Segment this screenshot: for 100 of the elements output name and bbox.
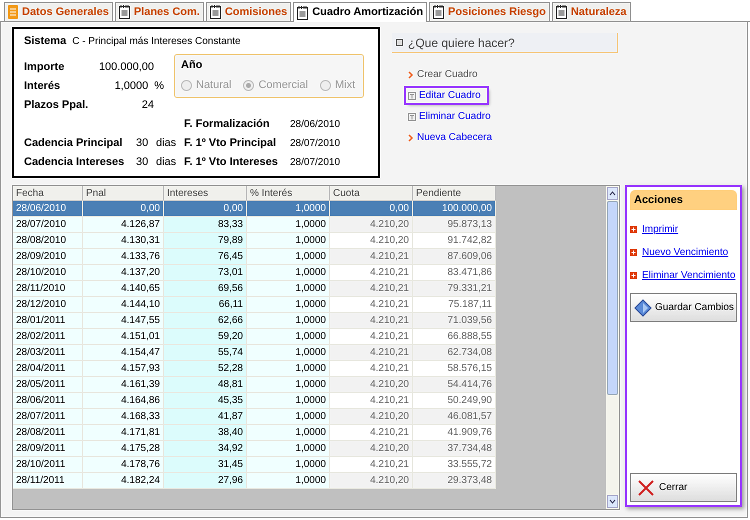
- table-cell: 33.555,72: [413, 457, 496, 473]
- table-cell: 41,87: [164, 409, 247, 425]
- action-link[interactable]: Eliminar Vencimiento: [642, 268, 736, 283]
- table-cell: 1,0000: [247, 329, 330, 345]
- table-cell: 28/05/2011: [13, 377, 83, 393]
- table-cell: 4.210,21: [330, 345, 413, 361]
- table-cell: 50.249,90: [413, 393, 496, 409]
- table-cell: 28/09/2010: [13, 249, 83, 265]
- table-cell: 52,28: [164, 361, 247, 377]
- table-cell: 29.373,48: [413, 473, 496, 489]
- table-row[interactable]: 28/07/2010 4.126,87 83,33 1,0000 4.210,20 95.873,13: [13, 217, 496, 233]
- table-cell: 79,89: [164, 233, 247, 249]
- table-cell: 1,0000: [247, 393, 330, 409]
- table-cell: 4.178,76: [83, 457, 164, 473]
- table-cell: 66.888,55: [413, 329, 496, 345]
- field-value: C - Principal más Intereses Constante: [72, 35, 241, 49]
- table-row[interactable]: 28/05/2011 4.161,39 48,81 1,0000 4.210,20 54.414,76: [13, 377, 496, 393]
- table-row[interactable]: 28/08/2011 4.171,81 38,40 1,0000 4.210,21 41.909,76: [13, 425, 496, 441]
- table-cell: 4.210,21: [330, 425, 413, 441]
- table-row[interactable]: 28/01/2011 4.147,55 62,66 1,0000 4.210,21 71.039,56: [13, 313, 496, 329]
- column-header[interactable]: Cuota: [330, 186, 413, 200]
- table-cell: 28/03/2011: [13, 345, 83, 361]
- table-cell: 75.187,11: [413, 297, 496, 313]
- table-cell: 95.873,13: [413, 217, 496, 233]
- table-row[interactable]: 28/09/2011 4.175,28 34,92 1,0000 4.210,20 37.734,48: [13, 441, 496, 457]
- table-cell: 1,0000: [247, 377, 330, 393]
- table-cell: 28/02/2011: [13, 329, 83, 345]
- table-cell: 28/10/2010: [13, 265, 83, 281]
- table-cell: 4.157,93: [83, 361, 164, 377]
- table-row[interactable]: 28/04/2011 4.157,93 52,28 1,0000 4.210,21 58.576,15: [13, 361, 496, 377]
- save-button[interactable]: Guardar Cambios: [630, 293, 737, 322]
- group-title: Año: [181, 58, 204, 72]
- table-cell: 4.126,87: [83, 217, 164, 233]
- table-row[interactable]: 28/09/2010 4.133,76 76,45 1,0000 4.210,21 87.609,06: [13, 249, 496, 265]
- table-row[interactable]: 28/02/2011 4.151,01 59,20 1,0000 4.210,21 66.888,55: [13, 329, 496, 345]
- column-header[interactable]: Pendiente: [413, 186, 496, 200]
- panel-header: Acciones: [630, 190, 737, 210]
- tab[interactable]: Datos Generales: [4, 2, 113, 21]
- table-row[interactable]: 28/06/2010 0,00 0,00 1,0000 0,00 100.000,00: [13, 201, 496, 217]
- table-cell: 83,33: [164, 217, 247, 233]
- table-row[interactable]: 28/12/2010 4.144,10 66,11 1,0000 4.210,21 75.187,11: [13, 297, 496, 313]
- table-cell: 1,0000: [247, 441, 330, 457]
- table-row[interactable]: 28/07/2011 4.168,33 41,87 1,0000 4.210,20 46.081,57: [13, 409, 496, 425]
- table-cell: 4.171,81: [83, 425, 164, 441]
- table-cell: 45,35: [164, 393, 247, 409]
- action-link[interactable]: Imprimir: [642, 222, 678, 237]
- table-cell: 54.414,76: [413, 377, 496, 393]
- field-label: Sistema: [24, 34, 66, 49]
- table-cell: 4.210,21: [330, 265, 413, 281]
- table-cell: 34,92: [164, 441, 247, 457]
- table-row[interactable]: 28/08/2010 4.130,31 79,89 1,0000 4.210,20 91.742,82: [13, 233, 496, 249]
- field-label: F. 1º Vto Intereses: [184, 154, 279, 170]
- field-value: 28/07/2010: [290, 156, 340, 170]
- table-row[interactable]: 28/11/2010 4.140,65 69,56 1,0000 4.210,21 79.331,21: [13, 281, 496, 297]
- table-cell: 4.175,28: [83, 441, 164, 457]
- tab[interactable]: Comisiones: [206, 2, 292, 21]
- table-cell: 66,11: [164, 297, 247, 313]
- table-cell: 4.168,33: [83, 409, 164, 425]
- column-header[interactable]: Fecha: [13, 186, 83, 200]
- close-button[interactable]: Cerrar: [630, 473, 737, 502]
- panel-title: ¿Que quiere hacer?: [408, 34, 515, 52]
- table-cell: 28/11/2011: [13, 473, 83, 489]
- tab[interactable]: Posiciones Riesgo: [429, 2, 550, 21]
- table-cell: 4.140,65: [83, 281, 164, 297]
- table-cell: 28/04/2011: [13, 361, 83, 377]
- action-link[interactable]: Nuevo Vencimiento: [642, 245, 728, 260]
- table-cell: 4.210,21: [330, 313, 413, 329]
- tab[interactable]: Cuadro Amortización: [293, 2, 428, 22]
- table-cell: 71.039,56: [413, 313, 496, 329]
- table-cell: 55,74: [164, 345, 247, 361]
- column-header[interactable]: Intereses: [164, 186, 247, 200]
- column-header[interactable]: % Interés: [247, 186, 330, 200]
- table-cell: 62,66: [164, 313, 247, 329]
- table-cell: 28/08/2010: [13, 233, 83, 249]
- table-row[interactable]: 28/10/2011 4.178,76 31,45 1,0000 4.210,21 33.555,72: [13, 457, 496, 473]
- table-cell: 4.137,20: [83, 265, 164, 281]
- action-item[interactable]: Nueva Cabecera: [408, 130, 492, 145]
- table-cell: 41.909,76: [413, 425, 496, 441]
- table-row[interactable]: 28/11/2011 4.182,24 27,96 1,0000 4.210,20 29.373,48: [13, 473, 496, 489]
- table-row[interactable]: 28/10/2010 4.137,20 73,01 1,0000 4.210,21 83.471,86: [13, 265, 496, 281]
- action-item[interactable]: Editar Cuadro: [406, 88, 487, 103]
- tab[interactable]: Naturaleza: [552, 2, 630, 21]
- action-label: Nueva Cabecera: [417, 131, 492, 145]
- table-cell: 4.130,31: [83, 233, 164, 249]
- field-value: 30: [136, 154, 148, 170]
- table-cell: 4.210,21: [330, 361, 413, 377]
- table-row[interactable]: 28/06/2011 4.164,86 45,35 1,0000 4.210,21 50.249,90: [13, 393, 496, 409]
- action-label: Eliminar Cuadro: [419, 110, 491, 124]
- table-cell: 4.210,20: [330, 473, 413, 489]
- column-header[interactable]: Pnal: [83, 186, 164, 200]
- table-cell: 38,40: [164, 425, 247, 441]
- table-cell: 4.210,20: [330, 409, 413, 425]
- action-item[interactable]: Eliminar Cuadro: [408, 109, 491, 124]
- table-cell: 4.210,20: [330, 441, 413, 457]
- table-cell: 4.210,20: [330, 217, 413, 233]
- tab[interactable]: Planes Com.: [114, 2, 204, 21]
- table-cell: 87.609,06: [413, 249, 496, 265]
- table-cell: 76,45: [164, 249, 247, 265]
- table-row[interactable]: 28/03/2011 4.154,47 55,74 1,0000 4.210,21 62.734,08: [13, 345, 496, 361]
- table-cell: 4.133,76: [83, 249, 164, 265]
